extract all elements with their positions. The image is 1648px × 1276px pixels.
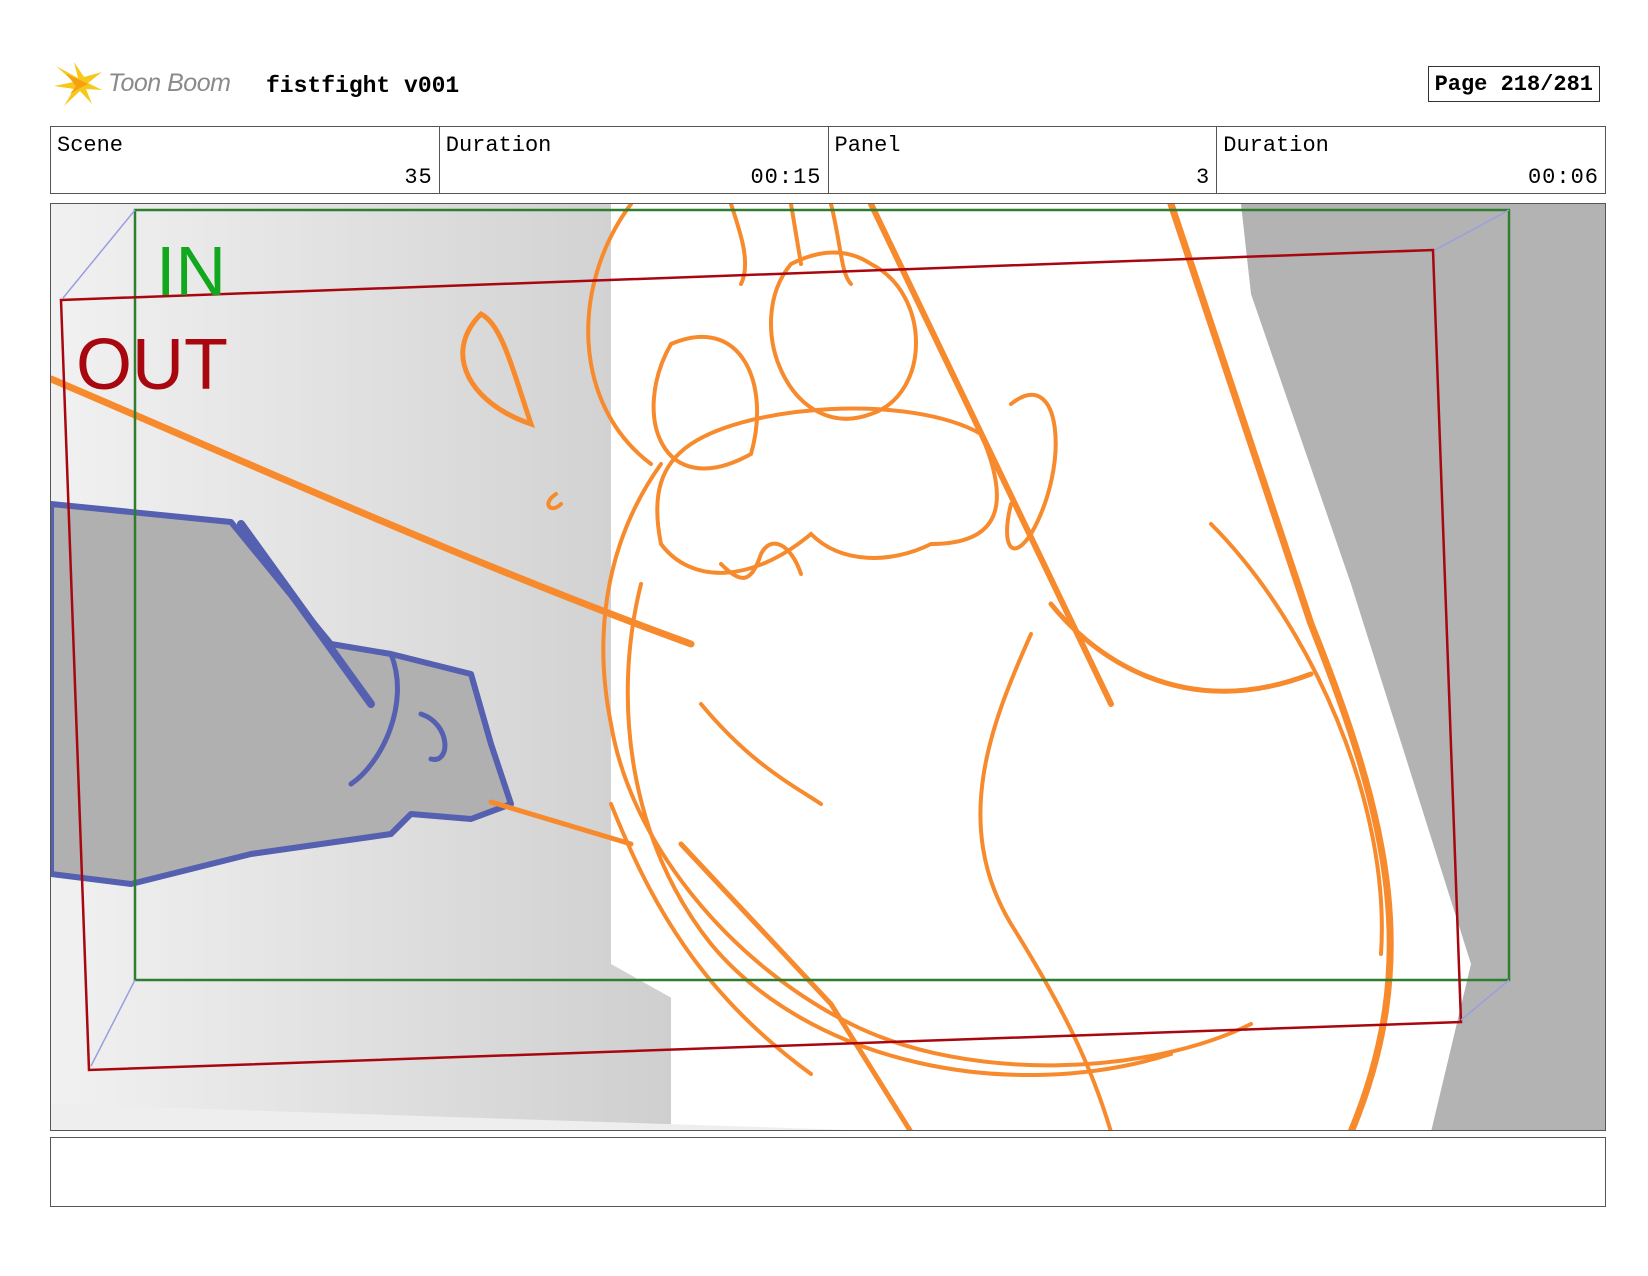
panel-cell: Panel 3 <box>829 127 1218 193</box>
panel-label: Panel <box>834 133 901 158</box>
scene-cell: Scene 35 <box>51 127 440 193</box>
scene-value: 35 <box>404 165 433 190</box>
in-frame-label: IN <box>156 232 226 310</box>
toon-boom-star-icon <box>54 62 102 106</box>
panel-value: 3 <box>1196 165 1211 190</box>
scene-duration-cell: Duration 00:15 <box>440 127 829 193</box>
scene-label: Scene <box>57 133 124 158</box>
logo-text: Toon Boom <box>108 69 231 97</box>
scene-duration-label: Duration <box>445 133 552 158</box>
page-indicator: Page 218/281 <box>1427 66 1600 102</box>
panel-duration-cell: Duration 00:06 <box>1217 127 1605 193</box>
scene-duration-value: 00:15 <box>750 165 822 190</box>
scene-info-row: Scene 35 Duration 00:15 Panel 3 Duration… <box>50 126 1606 194</box>
out-frame-label: OUT <box>76 325 228 405</box>
storyboard-panel: IN OUT <box>50 203 1606 1131</box>
panel-duration-value: 00:06 <box>1527 165 1599 190</box>
page-header: Toon Boom fistfight v001 Page 218/281 <box>52 60 1600 110</box>
panel-duration-label: Duration <box>1223 133 1329 158</box>
panel-artwork <box>51 204 1605 1130</box>
toon-boom-logo: Toon Boom <box>52 60 252 110</box>
panel-notes-box <box>50 1137 1606 1207</box>
document-title: fistfight v001 <box>266 73 460 99</box>
